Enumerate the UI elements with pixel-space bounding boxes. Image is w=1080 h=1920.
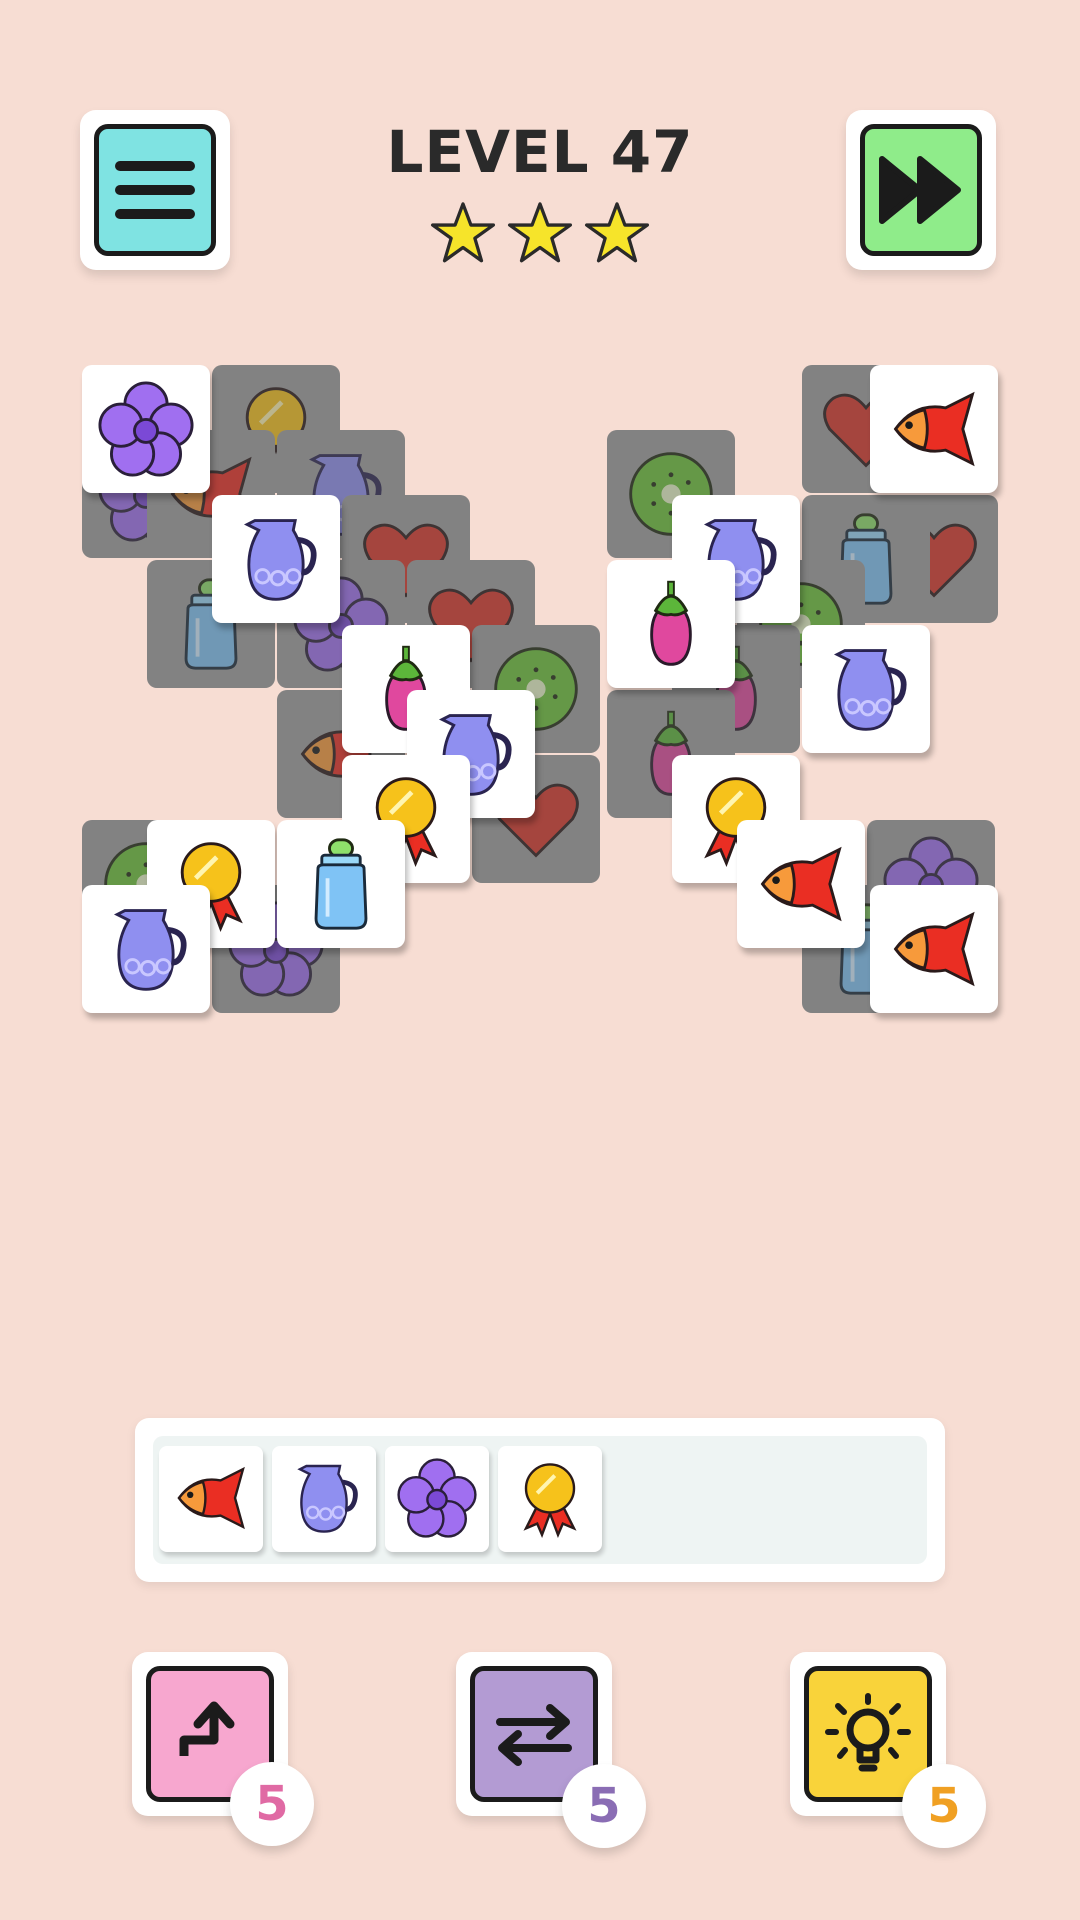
tray-slot-flower [385,1446,489,1552]
shuffle-button[interactable]: 5 [456,1652,646,1848]
flower-icon [397,1458,477,1538]
jug-tile[interactable] [802,625,930,753]
tray-slot-fish [159,1446,263,1552]
tray-slot-jug [272,1446,376,1552]
flower-icon [98,381,194,477]
tile-board [0,0,1080,1300]
hint-button[interactable]: 5 [790,1652,986,1848]
jug-icon [284,1458,364,1538]
bottle-tile[interactable] [277,820,405,948]
undo-count-badge: 5 [230,1762,314,1846]
eggplant-tile[interactable] [607,560,735,688]
medal-icon [510,1458,590,1538]
shuffle-icon [496,1704,572,1766]
tray-slots [153,1436,927,1564]
shuffle-count-badge: 5 [562,1764,646,1848]
fish-icon [753,836,849,932]
jug-icon [98,901,194,997]
fish-icon [886,381,982,477]
flower-tile[interactable] [82,365,210,493]
jug-tile[interactable] [82,885,210,1013]
eggplant-icon [623,576,719,672]
jug-icon [818,641,914,737]
lightbulb-icon [825,1693,911,1772]
fish-tile[interactable] [870,365,998,493]
fish-tile[interactable] [737,820,865,948]
fish-tile[interactable] [870,885,998,1013]
undo-arrow-icon [179,1701,235,1756]
tile-tray [135,1418,945,1582]
undo-button[interactable]: 5 [132,1652,314,1846]
jug-tile[interactable] [212,495,340,623]
jug-icon [228,511,324,607]
bottle-icon [293,836,389,932]
fish-icon [171,1458,251,1538]
hint-count-badge: 5 [902,1764,986,1848]
tray-slot-medal [498,1446,602,1552]
fish-icon [886,901,982,997]
